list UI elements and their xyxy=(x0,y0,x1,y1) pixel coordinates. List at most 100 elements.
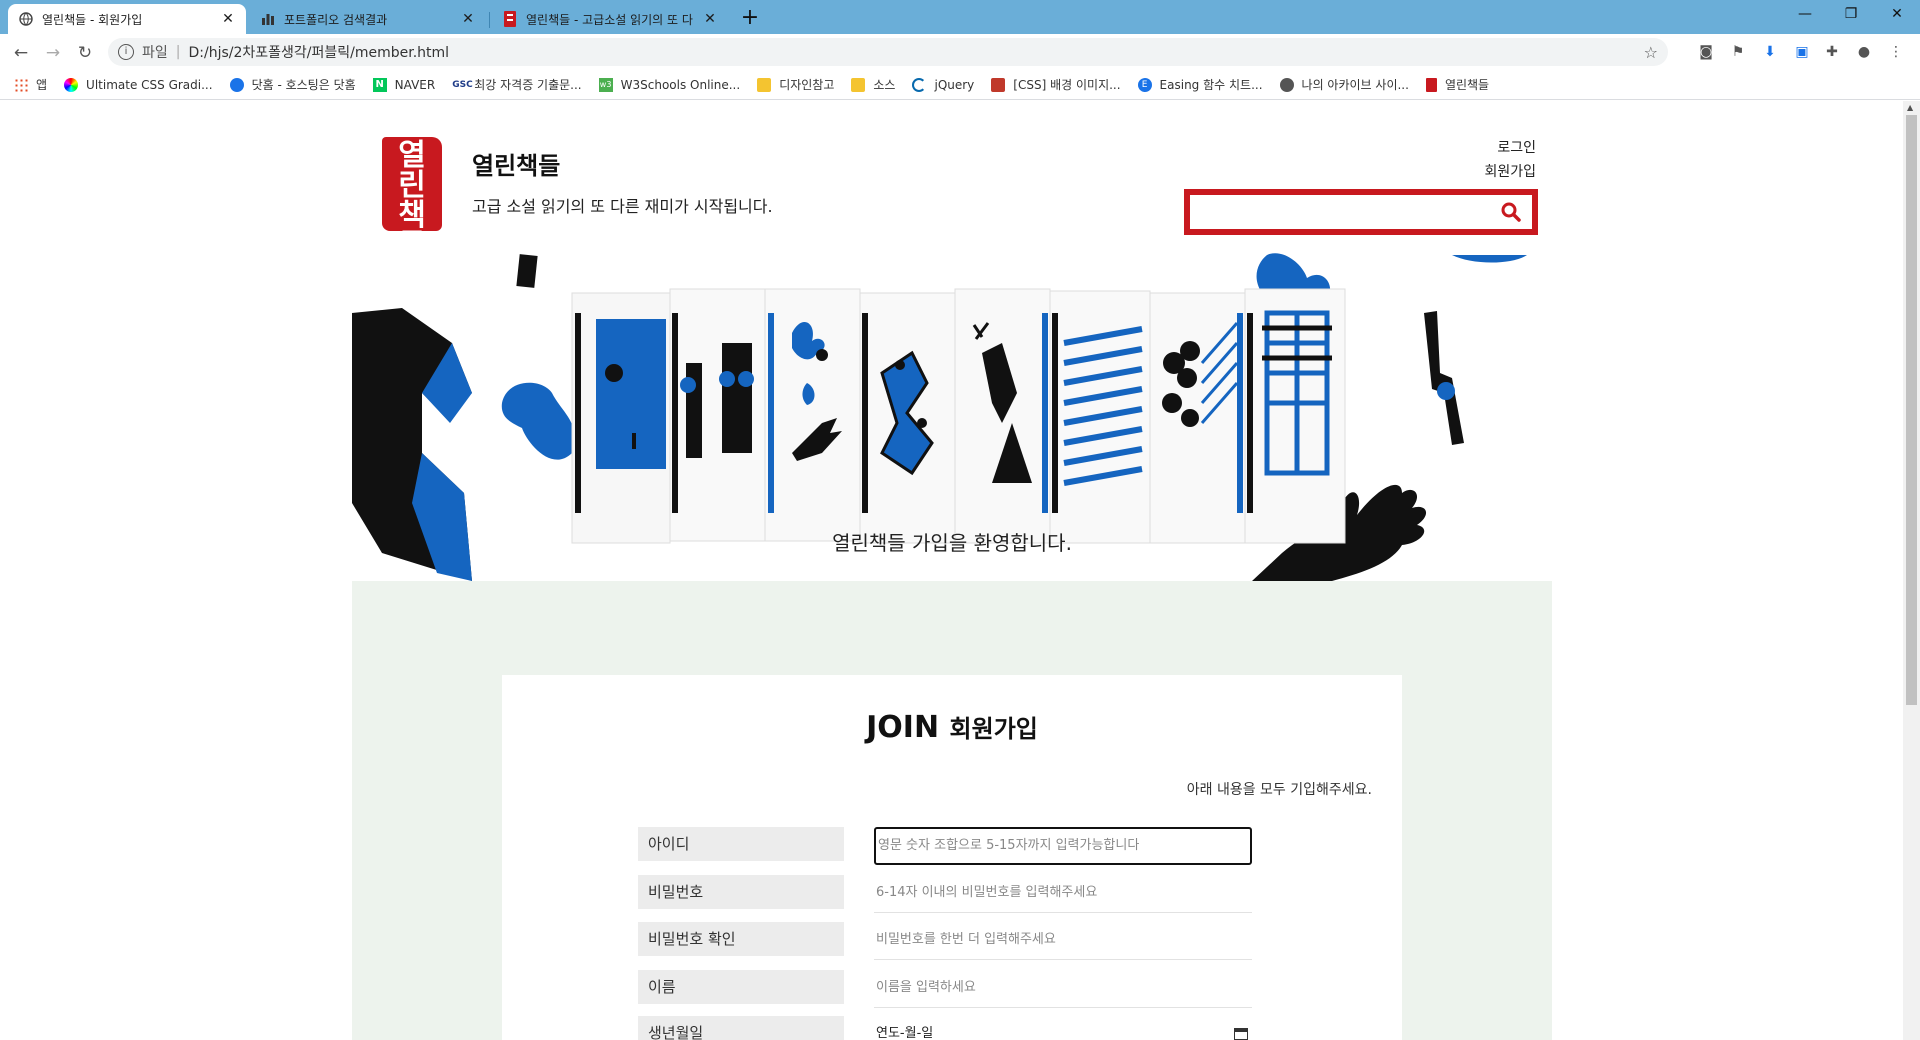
tab-member[interactable]: 열린책들 - 회원가입 ✕ xyxy=(8,4,246,34)
join-title-ko: 회원가입 xyxy=(949,715,1038,743)
tab-portfolio-search[interactable]: 포트폴리오 검색결과 ✕ xyxy=(250,4,486,34)
join-title-en: JOIN xyxy=(866,710,940,745)
site-name[interactable]: 열린책들 xyxy=(472,146,560,181)
tab-title: 포트폴리오 검색결과 xyxy=(284,12,388,27)
bookmark-label: jQuery xyxy=(934,77,975,92)
search-icon[interactable] xyxy=(1500,201,1522,223)
bookmark-label: 닷홈 - 호스팅은 닷홈 xyxy=(251,78,356,92)
password-input[interactable]: 6-14자 이내의 비밀번호를 입력해주세요 xyxy=(874,875,1252,913)
join-link[interactable]: 회원가입 xyxy=(1484,161,1536,181)
birthdate-input[interactable]: 연도-월-일 xyxy=(874,1016,1252,1040)
field-label-birth: 생년월일 xyxy=(638,1016,844,1040)
bookmark-label: 나의 아카이브 사이... xyxy=(1301,78,1409,92)
address-bar[interactable]: i 파일 | D:/hjs/2차포폴생각/퍼블릭/member.html ☆ xyxy=(108,38,1668,66)
archive-globe-icon xyxy=(1279,77,1294,92)
bookmark-label: [CSS] 배경 이미지... xyxy=(1013,78,1121,92)
field-row-birth: 생년월일 연도-월-일 xyxy=(638,1016,1258,1040)
naver-icon: N xyxy=(372,77,387,92)
field-label-password-confirm: 비밀번호 확인 xyxy=(638,922,844,956)
book-cover-1 xyxy=(571,292,671,544)
password-confirm-input[interactable]: 비밀번호를 한번 더 입력해주세요 xyxy=(874,922,1252,960)
chart-favicon-icon xyxy=(260,11,276,27)
bookmark-easing[interactable]: E Easing 함수 치트... xyxy=(1137,76,1263,93)
login-link[interactable]: 로그인 xyxy=(1497,137,1536,157)
page-scrollbar[interactable]: ▲ xyxy=(1903,101,1920,1040)
search-input[interactable] xyxy=(1196,199,1496,225)
folder-icon xyxy=(851,77,866,92)
join-section: JOIN 회원가입 아래 내용을 모두 기입해주세요. 아이디 영문 숫자 조합… xyxy=(352,581,1552,1040)
bookmark-folder-source[interactable]: 소스 xyxy=(851,76,895,93)
field-row-password-confirm: 비밀번호 확인 비밀번호를 한번 더 입력해주세요 xyxy=(638,922,1258,960)
minimize-button[interactable]: — xyxy=(1782,0,1828,30)
forward-arrow-icon[interactable]: → xyxy=(40,40,66,66)
field-row-name: 이름 이름을 입력하세요 xyxy=(638,970,1258,1008)
bookmark-label: 열린책들 xyxy=(1444,78,1490,92)
book-cover-6 xyxy=(1049,290,1151,544)
new-tab-button[interactable]: + xyxy=(737,6,763,32)
tab-home[interactable]: 열린책들 - 고급소설 읽기의 또 다 ✕ xyxy=(492,4,728,34)
exam-site-icon: GSC xyxy=(452,79,473,90)
restore-button[interactable]: ❐ xyxy=(1828,0,1874,30)
close-tab-icon[interactable]: ✕ xyxy=(460,11,476,27)
bookmark-apps[interactable]: 앱 xyxy=(14,76,47,93)
bookmark-openbooks[interactable]: 열린책들 xyxy=(1425,76,1490,93)
camera-icon[interactable]: ◙ xyxy=(1696,42,1716,62)
scroll-up-arrow-icon[interactable]: ▲ xyxy=(1907,103,1913,112)
browser-tab-strip: 열린책들 - 회원가입 ✕ 포트폴리오 검색결과 ✕ 열린책들 - 고급소설 읽… xyxy=(0,0,1920,34)
w3schools-icon: w3 xyxy=(598,77,613,92)
bookmark-exam[interactable]: GSC 최강 자격증 기출문... xyxy=(452,76,581,93)
field-row-password: 비밀번호 6-14자 이내의 비밀번호를 입력해주세요 xyxy=(638,875,1258,913)
easing-icon: E xyxy=(1137,77,1152,92)
bookmark-css-gradient[interactable]: Ultimate CSS Gradi... xyxy=(64,77,213,92)
join-form: JOIN 회원가입 아래 내용을 모두 기입해주세요. 아이디 영문 숫자 조합… xyxy=(502,675,1402,1040)
book-cover-5 xyxy=(954,288,1051,544)
globe-icon xyxy=(18,11,34,27)
scrollbar-thumb[interactable] xyxy=(1906,115,1917,705)
id-input[interactable]: 영문 숫자 조합으로 5-15자까지 입력가능합니다 xyxy=(874,827,1252,865)
dothome-icon xyxy=(229,77,244,92)
extension-icon[interactable]: ⚑ xyxy=(1728,42,1748,62)
field-label-password: 비밀번호 xyxy=(638,875,844,909)
download-icon[interactable]: ⬇ xyxy=(1760,42,1780,62)
bookmark-naver[interactable]: N NAVER xyxy=(372,77,436,92)
name-input[interactable]: 이름을 입력하세요 xyxy=(874,970,1252,1008)
folder-icon xyxy=(757,77,772,92)
jquery-icon xyxy=(912,77,927,92)
join-note: 아래 내용을 모두 기입해주세요. xyxy=(1186,782,1372,798)
site-logo[interactable]: 열린책들 xyxy=(382,137,442,261)
page-viewport: 열린책들 열린책들 고급 소설 읽기의 또 다른 재미가 시작됩니다. 로그인 … xyxy=(0,101,1903,1040)
bookmark-w3schools[interactable]: w3 W3Schools Online... xyxy=(598,77,740,92)
menu-icon[interactable]: ⋮ xyxy=(1886,42,1906,62)
close-window-button[interactable]: ✕ xyxy=(1874,0,1920,30)
field-label-id: 아이디 xyxy=(638,827,844,861)
puzzle-icon[interactable]: ✚ xyxy=(1822,42,1842,62)
field-row-id: 아이디 영문 숫자 조합으로 5-15자까지 입력가능합니다 xyxy=(638,827,1258,865)
bookmark-css-bg[interactable]: [CSS] 배경 이미지... xyxy=(991,76,1121,93)
translate-icon[interactable]: ▣ xyxy=(1792,42,1812,62)
bookmark-dothome[interactable]: 닷홈 - 호스팅은 닷홈 xyxy=(229,76,356,93)
bookmark-star-icon[interactable]: ☆ xyxy=(1644,43,1658,62)
openbooks-favicon-icon xyxy=(1425,77,1437,92)
bookmark-label: Easing 함수 치트... xyxy=(1159,78,1263,92)
field-label-name: 이름 xyxy=(638,970,844,1004)
calendar-icon[interactable] xyxy=(1234,1028,1248,1040)
search-box xyxy=(1184,189,1538,235)
close-tab-icon[interactable]: ✕ xyxy=(702,11,718,27)
close-tab-icon[interactable]: ✕ xyxy=(220,11,236,27)
info-icon[interactable]: i xyxy=(118,44,134,60)
tab-title: 열린책들 - 고급소설 읽기의 또 다 xyxy=(526,12,693,27)
book-cover-2 xyxy=(669,288,766,542)
back-arrow-icon[interactable]: ← xyxy=(8,40,34,66)
bookmark-label: Ultimate CSS Gradi... xyxy=(86,77,213,92)
reload-icon[interactable]: ↻ xyxy=(72,40,98,66)
bookmark-label: NAVER xyxy=(394,77,436,92)
bookmark-label: 최강 자격증 기출문... xyxy=(474,78,582,92)
bookmark-folder-design[interactable]: 디자인참고 xyxy=(757,76,834,93)
tab-separator xyxy=(489,12,490,28)
bookmarks-bar: 앱 Ultimate CSS Gradi... 닷홈 - 호스팅은 닷홈 N NA… xyxy=(0,70,1920,100)
bookmark-jquery[interactable]: jQuery xyxy=(912,77,975,92)
bookmark-label: 디자인참고 xyxy=(779,78,835,92)
profile-icon[interactable]: ● xyxy=(1854,42,1874,62)
bookmark-archive[interactable]: 나의 아카이브 사이... xyxy=(1279,76,1409,93)
openbooks-favicon-icon xyxy=(502,11,518,27)
